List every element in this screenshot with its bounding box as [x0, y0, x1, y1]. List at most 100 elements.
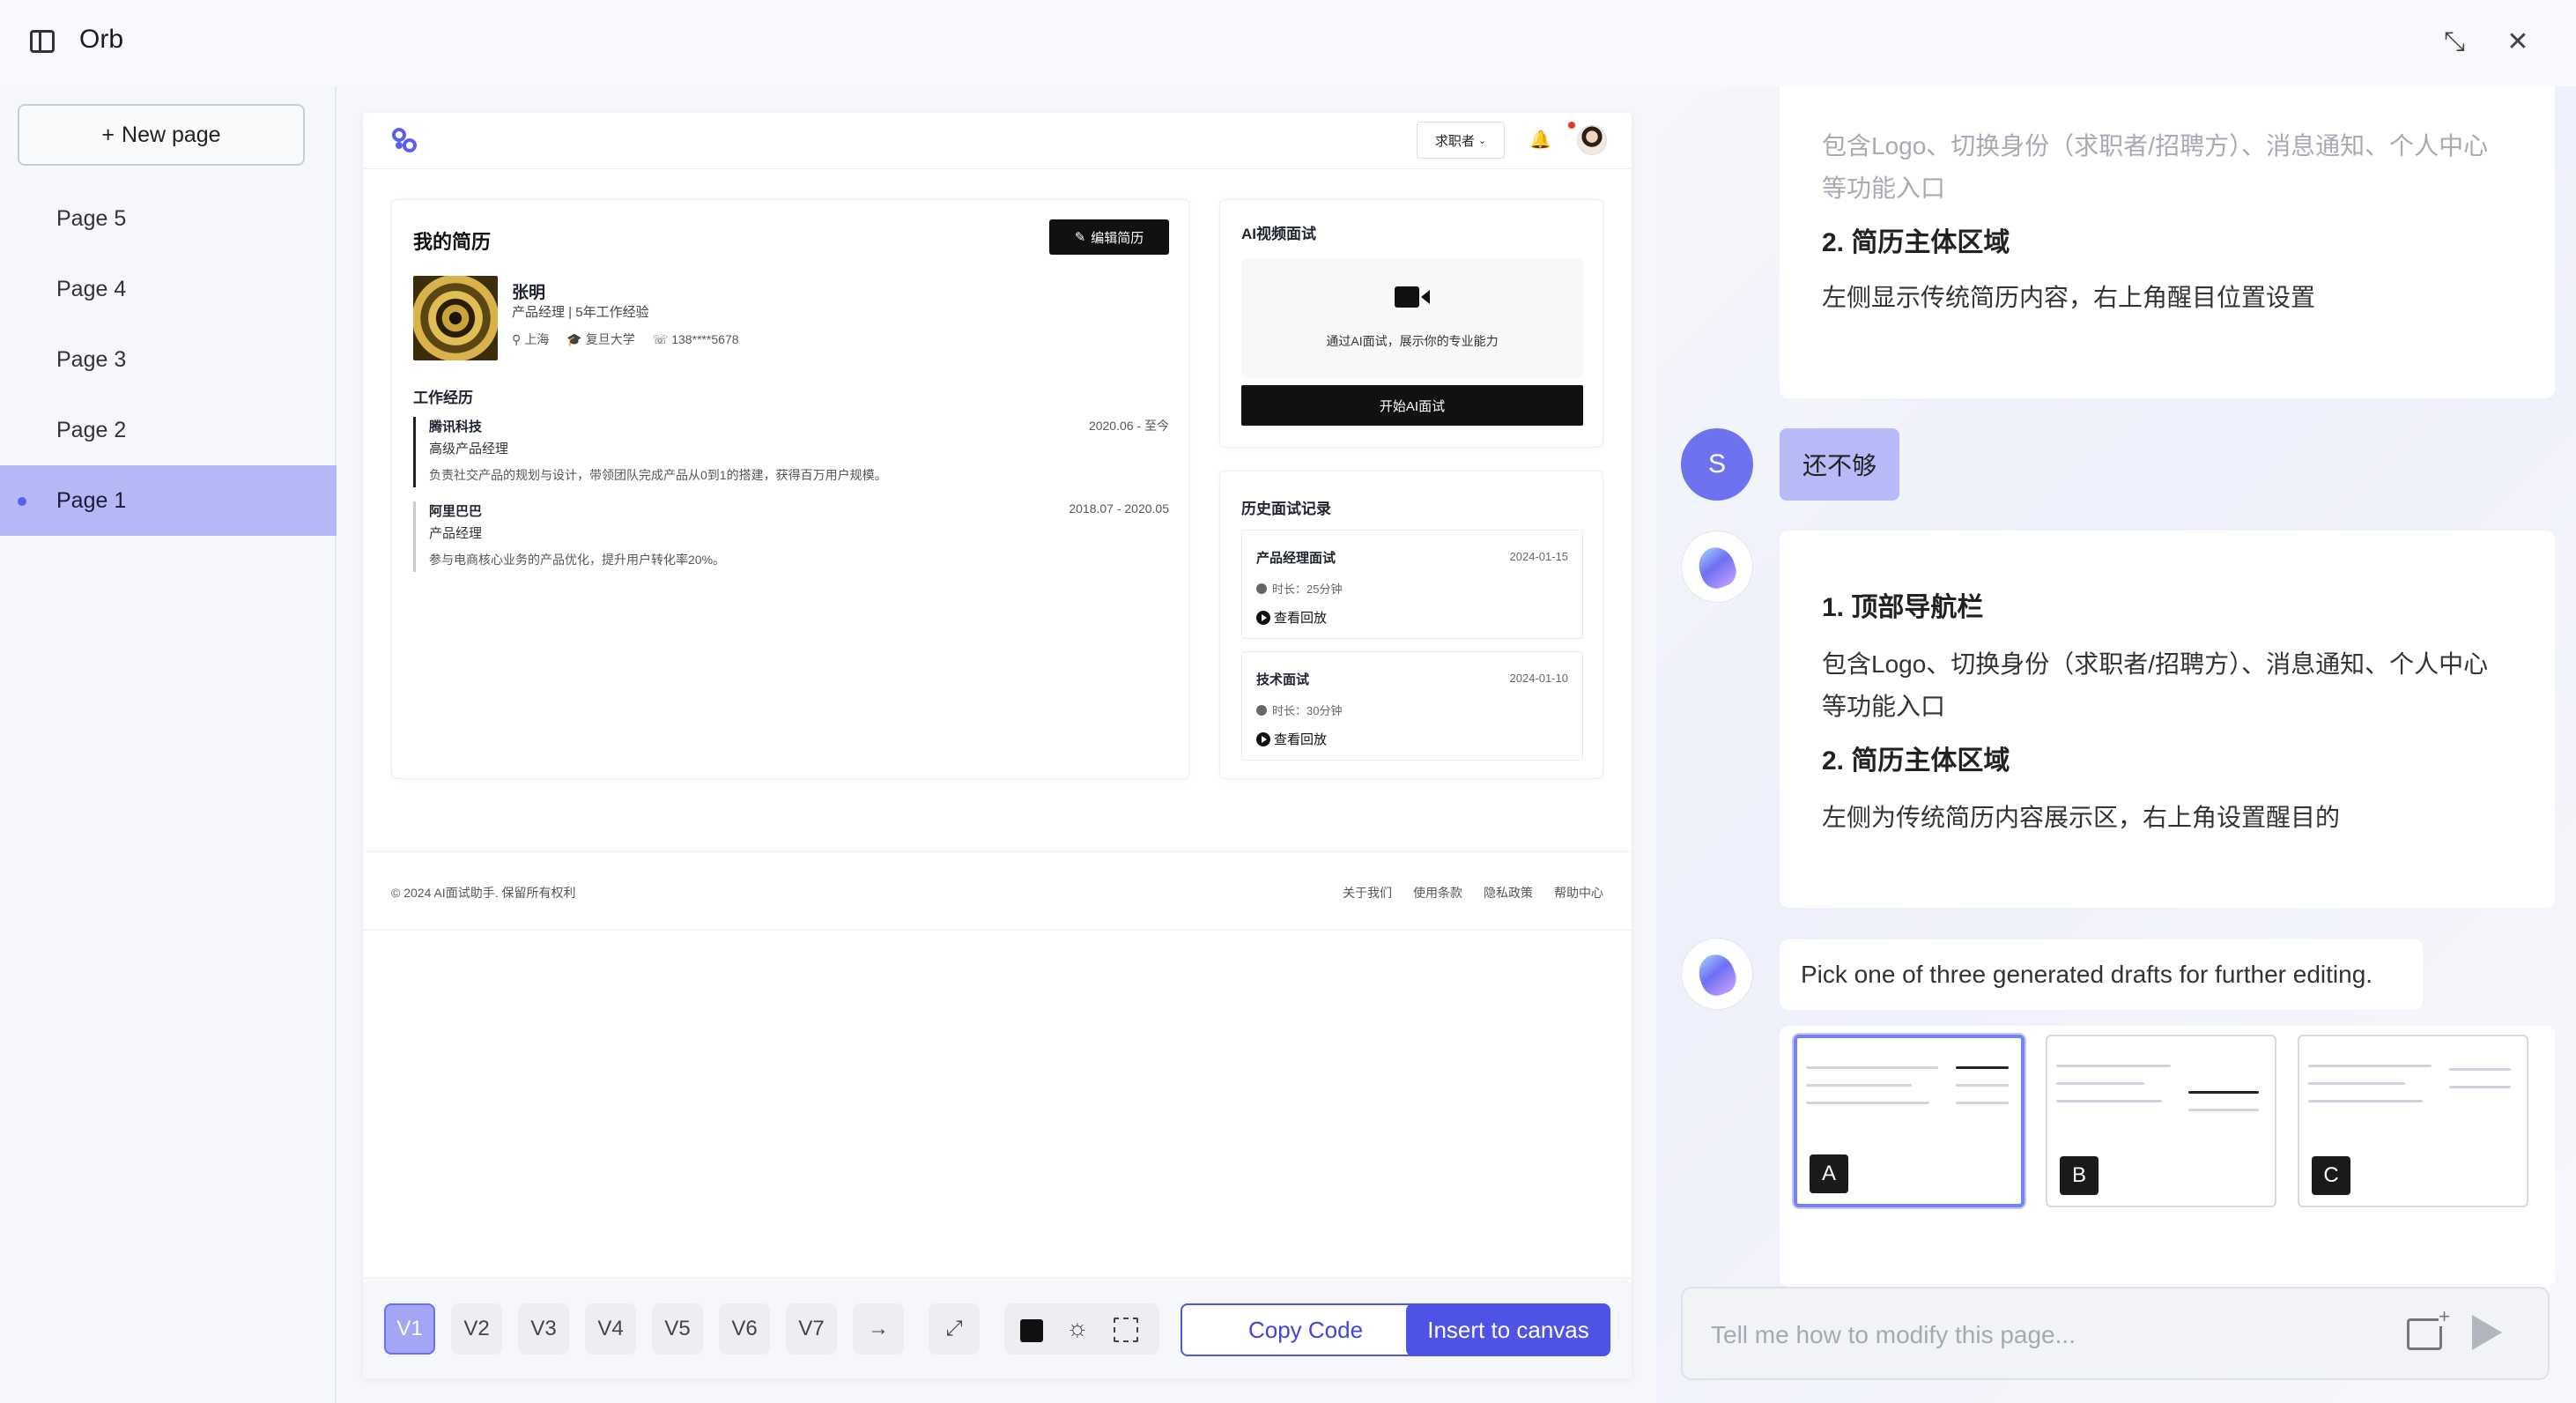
- bot-avatar: [1681, 938, 1753, 1010]
- ai-interview-box: 通过AI面试，展示你的专业能力: [1241, 258, 1583, 378]
- version-toolbar: V1 V2 V3 V4 V5 V6 V7 → ⤢ ☼ Copy Code Ins…: [363, 1278, 1632, 1378]
- footer-link-terms[interactable]: 使用条款: [1413, 884, 1462, 902]
- timeline-bar: [413, 417, 416, 487]
- avatar[interactable]: [1577, 125, 1607, 155]
- sidebar-item-page-1[interactable]: Page 1: [0, 465, 337, 536]
- image-upload-icon[interactable]: [2407, 1307, 2450, 1350]
- sidebar-item-page-2[interactable]: Page 2: [0, 395, 337, 465]
- bot-avatar: [1681, 531, 1753, 603]
- location-text: 上海: [524, 332, 550, 346]
- clock-icon: [1256, 704, 1267, 716]
- play-icon: [1256, 610, 1270, 625]
- minimize-icon[interactable]: ⤡: [2437, 25, 2472, 60]
- bot-message-card: 包含Logo、切换身份（求职者/招聘方）、消息通知、个人中心 等功能入口 2. …: [1780, 86, 2555, 398]
- draft-label: B: [2060, 1156, 2099, 1195]
- message-text: 等功能入口: [1822, 174, 1946, 202]
- orb-logo-icon: [1693, 949, 1741, 1000]
- draft-thumbnail-b[interactable]: B: [2046, 1035, 2276, 1207]
- page-label: Page 1: [56, 487, 127, 513]
- job-title: 高级产品经理: [429, 442, 509, 457]
- view-mode-group: ☼: [1004, 1303, 1159, 1355]
- draft-label: C: [2312, 1156, 2350, 1195]
- page-label: Page 3: [56, 346, 127, 372]
- play-icon: [1256, 731, 1270, 746]
- footer-link-about[interactable]: 关于我们: [1343, 884, 1392, 902]
- sidebar-item-page-4[interactable]: Page 4: [0, 254, 337, 324]
- history-name: 技术面试: [1256, 672, 1310, 687]
- select-area-icon[interactable]: [1114, 1318, 1138, 1342]
- version-button-v7[interactable]: V7: [786, 1303, 837, 1355]
- expand-icon[interactable]: ⤢: [929, 1303, 980, 1355]
- send-icon[interactable]: [2472, 1315, 2502, 1350]
- sun-icon[interactable]: ☼: [1066, 1314, 1089, 1342]
- history-date: 2024-01-10: [1509, 672, 1569, 685]
- version-button-v4[interactable]: V4: [585, 1303, 636, 1355]
- page-label: Page 5: [56, 205, 127, 231]
- play-replay-link[interactable]: 查看回放: [1256, 730, 1327, 748]
- job-period: 2018.07 - 2020.05: [1069, 501, 1169, 516]
- edit-icon: ✎: [1074, 230, 1086, 245]
- graduation-cap-icon: 🎓: [566, 331, 582, 346]
- new-page-button[interactable]: + New page: [18, 104, 305, 166]
- history-title: 历史面试记录: [1241, 501, 1331, 517]
- job-period: 2020.06 - 至今: [1088, 419, 1169, 433]
- role-switch-dropdown[interactable]: 求职者 ⌄: [1417, 122, 1505, 159]
- message-text: 包含Logo、切换身份（求职者/招聘方）、消息通知、个人中心: [1822, 132, 2489, 160]
- interview-history-card: 历史面试记录 产品经理面试 2024-01-15 时长：25分钟 查看回放 技术…: [1219, 471, 1603, 779]
- dark-square-icon[interactable]: [1020, 1319, 1043, 1342]
- version-button-v6[interactable]: V6: [719, 1303, 770, 1355]
- preview-footer: © 2024 AI面试助手. 保留所有权利 关于我们 使用条款 隐私政策 帮助中…: [363, 851, 1632, 931]
- plus-icon: +: [101, 122, 115, 147]
- sidebar: + New page Page 5 Page 4 Page 3 Page 2 P…: [0, 86, 337, 1403]
- chat-input-box: [1681, 1287, 2550, 1380]
- chat-panel: 包含Logo、切换身份（求职者/招聘方）、消息通知、个人中心 等功能入口 2. …: [1656, 86, 2576, 1403]
- bell-icon[interactable]: 🔔: [1529, 129, 1551, 150]
- version-button-v1[interactable]: V1: [384, 1303, 435, 1355]
- new-page-label: New page: [122, 122, 221, 147]
- message-text: 等功能入口: [1822, 693, 1946, 720]
- resume-title: 我的简历: [413, 231, 492, 253]
- version-button-v3[interactable]: V3: [518, 1303, 569, 1355]
- resume-card: 我的简历 ✎ 编辑简历 张明 产品经理 | 5年工作经验 ⚲ 上海 🎓 复旦大学 ☏…: [391, 199, 1189, 779]
- message-heading: 2. 简历主体区域: [1822, 228, 2010, 257]
- version-button-v5[interactable]: V5: [652, 1303, 703, 1355]
- chat-input[interactable]: [1711, 1315, 2380, 1355]
- job-company: 阿里巴巴: [429, 504, 483, 519]
- bot-message-card: 1. 顶部导航栏 包含Logo、切换身份（求职者/招聘方）、消息通知、个人中心 …: [1780, 531, 2555, 908]
- footer-links: 关于我们 使用条款 隐私政策 帮助中心: [1343, 884, 1603, 902]
- job-company: 腾讯科技: [429, 419, 483, 434]
- sidebar-item-page-5[interactable]: Page 5: [0, 183, 337, 254]
- footer-link-help[interactable]: 帮助中心: [1554, 884, 1603, 902]
- draft-picker: A B C: [1780, 1026, 2555, 1287]
- active-dot-icon: [18, 497, 26, 506]
- title-bar: Orb ⤡ ✕: [0, 0, 2576, 86]
- job-title: 产品经理: [429, 526, 483, 541]
- draft-thumbnail-a[interactable]: A: [1794, 1035, 2025, 1207]
- message-text: 左侧显示传统简历内容，右上角醒目位置设置: [1822, 284, 2316, 311]
- draft-thumbnail-c[interactable]: C: [2298, 1035, 2528, 1207]
- insert-to-canvas-button[interactable]: Insert to canvas: [1406, 1303, 1610, 1356]
- role-switch-label: 求职者: [1434, 133, 1475, 149]
- user-message-bubble: 还不够: [1780, 428, 1899, 501]
- arrow-right-icon[interactable]: →: [853, 1303, 904, 1355]
- history-duration: 时长：25分钟: [1272, 583, 1343, 596]
- history-name: 产品经理面试: [1256, 551, 1336, 566]
- play-replay-link[interactable]: 查看回放: [1256, 608, 1327, 627]
- sidebar-item-page-3[interactable]: Page 3: [0, 324, 337, 395]
- copy-code-button[interactable]: Copy Code: [1181, 1303, 1431, 1356]
- message-heading: 1. 顶部导航栏: [1822, 593, 1984, 622]
- ai-interview-desc: 通过AI面试，展示你的专业能力: [1326, 334, 1499, 348]
- sidebar-toggle-icon[interactable]: [30, 30, 55, 53]
- version-button-v2[interactable]: V2: [451, 1303, 502, 1355]
- job-entry: 腾讯科技 高级产品经理 负责社交产品的规划与设计，带领团队完成产品从0到1的搭建…: [413, 417, 1169, 487]
- notification-dot: [1568, 122, 1575, 129]
- history-item: 产品经理面试 2024-01-15 时长：25分钟 查看回放: [1241, 530, 1583, 639]
- edit-resume-button[interactable]: ✎ 编辑简历: [1049, 219, 1169, 255]
- job-desc: 参与电商核心业务的产品优化，提升用户转化率20%。: [429, 553, 726, 567]
- start-ai-interview-button[interactable]: 开始AI面试: [1241, 385, 1583, 426]
- history-duration: 时长：30分钟: [1272, 704, 1343, 717]
- copyright-text: © 2024 AI面试助手. 保留所有权利: [391, 886, 576, 900]
- chevron-down-icon: ⌄: [1477, 135, 1487, 146]
- footer-link-privacy[interactable]: 隐私政策: [1484, 884, 1533, 902]
- close-icon[interactable]: ✕: [2500, 25, 2535, 60]
